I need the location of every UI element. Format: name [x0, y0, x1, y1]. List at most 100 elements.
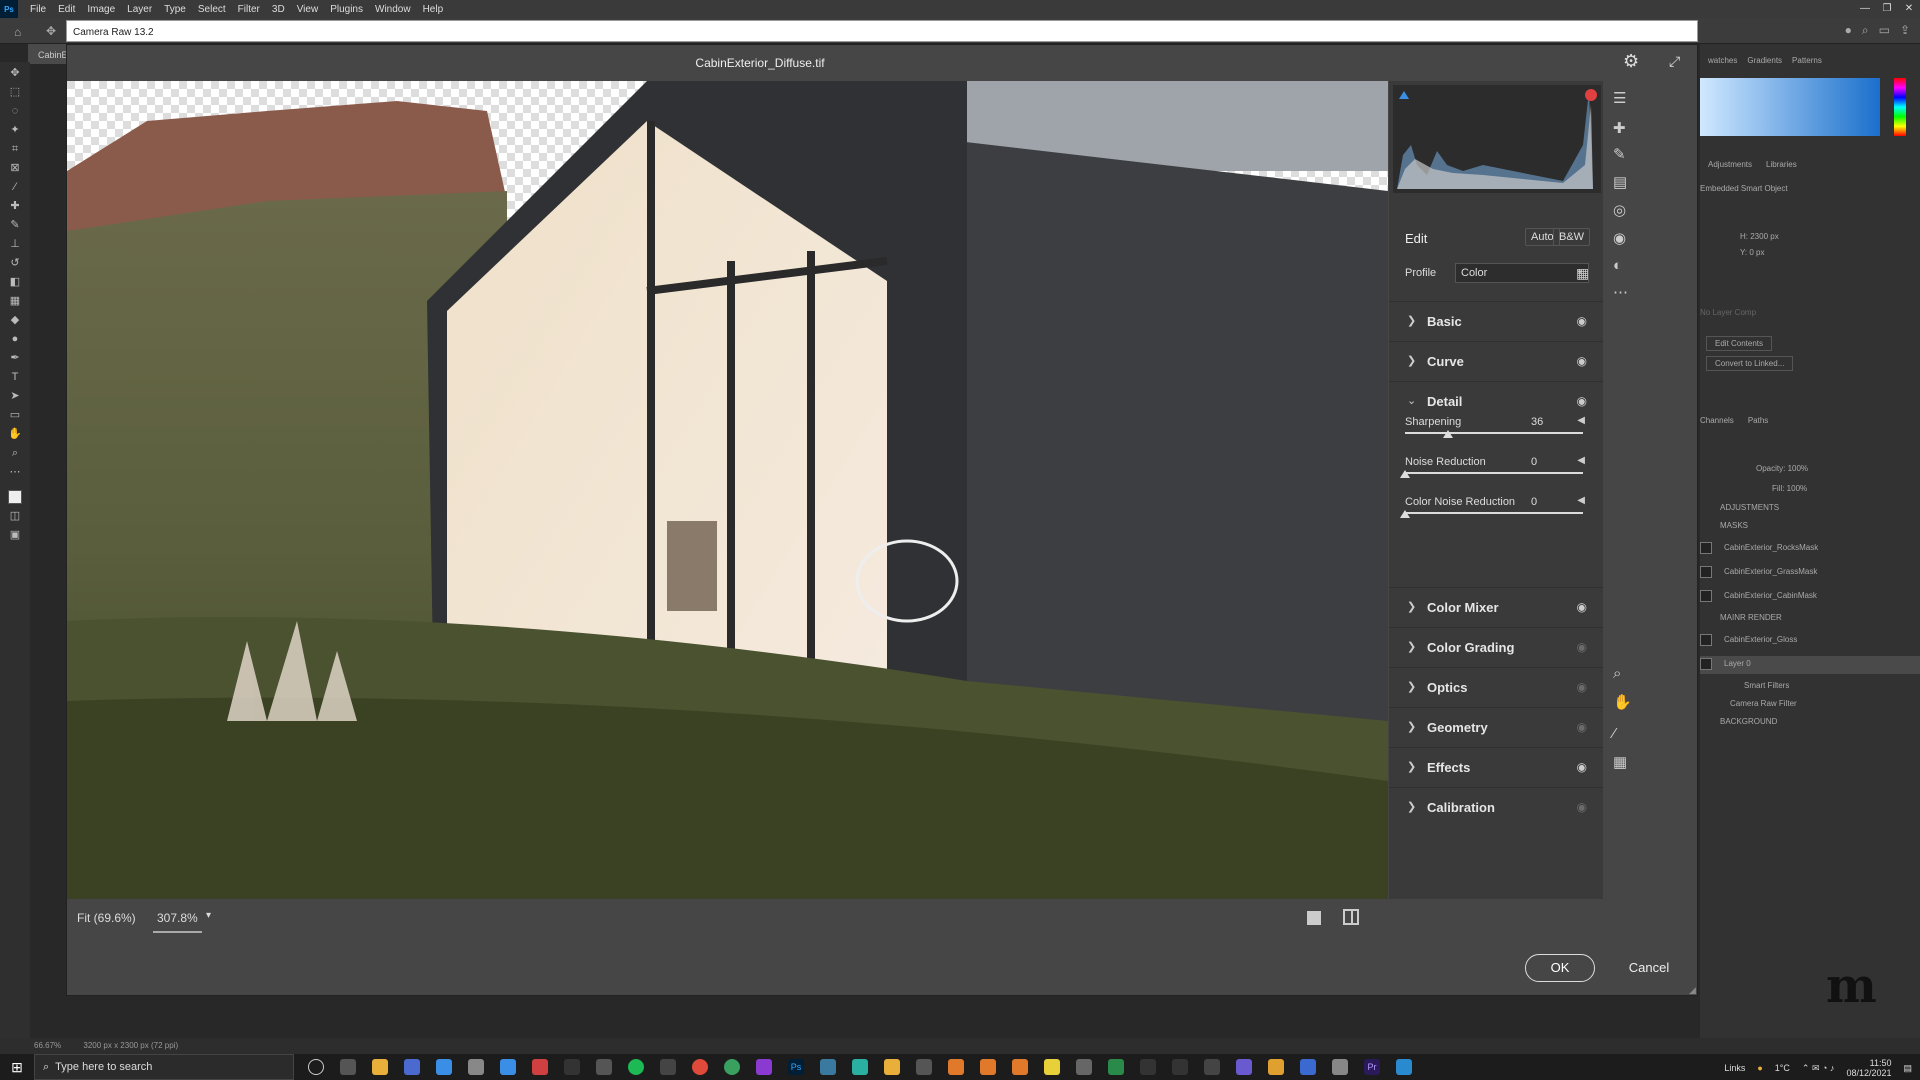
eye-icon[interactable]: ◉	[1577, 394, 1587, 408]
color-picker-field[interactable]	[1700, 78, 1880, 136]
crop-tool-icon[interactable]: ⌗	[7, 142, 23, 156]
app-icon[interactable]	[1396, 1059, 1412, 1075]
app-icon[interactable]	[1268, 1059, 1284, 1075]
eye-icon[interactable]: ◉	[1577, 680, 1587, 694]
eyedropper-icon[interactable]: ⁄	[7, 180, 23, 194]
menu-view[interactable]: View	[291, 4, 325, 15]
layer-row[interactable]: CabinExterior_GrassMask	[1700, 564, 1920, 582]
app-icon[interactable]	[916, 1059, 932, 1075]
menu-layer[interactable]: Layer	[121, 4, 158, 15]
slider-track[interactable]	[1405, 472, 1583, 474]
search-icon[interactable]: ⌕	[1862, 23, 1869, 38]
hand-icon[interactable]: ✋	[1613, 693, 1632, 711]
zoom-level-select[interactable]: 307.8%	[153, 911, 202, 933]
app-icon[interactable]	[756, 1059, 772, 1075]
eye-icon[interactable]: ◉	[1577, 640, 1587, 654]
presets-icon[interactable]: ◐	[1613, 257, 1622, 274]
notifications-icon[interactable]: ▤	[1903, 1063, 1912, 1074]
app-icon[interactable]	[820, 1059, 836, 1075]
layer-row[interactable]: CabinExterior_CabinMask	[1700, 588, 1920, 606]
app-icon[interactable]	[468, 1059, 484, 1075]
zoom-icon[interactable]: ⌕	[1613, 665, 1621, 682]
calculator-icon[interactable]	[500, 1059, 516, 1075]
lasso-tool-icon[interactable]: ◌	[7, 104, 23, 118]
slider-track[interactable]	[1405, 432, 1583, 434]
tray-icons[interactable]: ⌃ ✉ ◔ ♪	[1802, 1063, 1835, 1074]
eraser-icon[interactable]: ◧	[7, 275, 23, 289]
section-effects[interactable]: ❯ Effects ◉	[1389, 747, 1603, 787]
cortana-icon[interactable]	[308, 1059, 324, 1075]
blender-icon[interactable]	[1012, 1059, 1028, 1075]
healing-icon[interactable]: ✚	[1613, 119, 1626, 137]
share-icon[interactable]: ⇪	[1900, 23, 1910, 38]
profile-select[interactable]: Color ▾	[1455, 263, 1589, 283]
healing-brush-icon[interactable]: ✚	[7, 199, 23, 213]
slider-value-input[interactable]: 36	[1531, 416, 1571, 428]
menu-image[interactable]: Image	[81, 4, 121, 15]
menu-type[interactable]: Type	[158, 4, 192, 15]
chrome-icon[interactable]	[724, 1059, 740, 1075]
before-after-view-icon[interactable]	[1343, 909, 1359, 925]
unreal-icon[interactable]	[1140, 1059, 1156, 1075]
more-icon[interactable]: ⋯	[1613, 283, 1628, 301]
section-calibration[interactable]: ❯ Calibration ◉	[1389, 787, 1603, 827]
edit-sliders-icon[interactable]: ☰	[1613, 89, 1626, 107]
grid-overlay-icon[interactable]: ▦	[1613, 753, 1627, 771]
resize-handle-icon[interactable]: ◢	[1689, 985, 1696, 996]
layer-group[interactable]: MASKS	[1700, 518, 1920, 536]
blender-icon[interactable]	[948, 1059, 964, 1075]
task-view-icon[interactable]	[340, 1059, 356, 1075]
profile-browser-icon[interactable]: ▦	[1576, 265, 1589, 282]
convert-linked-button[interactable]: Convert to Linked...	[1706, 356, 1794, 371]
user-icon[interactable]: ●	[1845, 23, 1852, 38]
app-icon[interactable]	[564, 1059, 580, 1075]
temperature[interactable]: 1°C	[1775, 1063, 1790, 1073]
menu-help[interactable]: Help	[417, 4, 450, 15]
app-icon[interactable]	[1044, 1059, 1060, 1075]
tab-patterns[interactable]: Patterns	[1792, 56, 1822, 65]
home-icon[interactable]: ⌂	[14, 25, 21, 39]
tab-paths[interactable]: Paths	[1748, 416, 1768, 425]
move-tool-icon[interactable]: ✥	[46, 24, 56, 38]
spotify-icon[interactable]	[628, 1059, 644, 1075]
menu-file[interactable]: File	[24, 4, 52, 15]
camera-raw-filter-row[interactable]: Camera Raw Filter	[1700, 696, 1920, 714]
settings-gear-icon[interactable]: ⚙	[1623, 51, 1639, 72]
fullscreen-icon[interactable]: ⤢	[1669, 53, 1680, 70]
chevron-down-icon[interactable]: ⌄	[1407, 394, 1416, 407]
tab-gradients[interactable]: Gradients	[1747, 56, 1782, 65]
more-tools-icon[interactable]: ⋯	[7, 465, 23, 479]
smart-filters-row[interactable]: Smart Filters	[1700, 678, 1920, 696]
eye-icon[interactable]: ◉	[1577, 600, 1587, 614]
workspace-icon[interactable]: ▭	[1879, 23, 1890, 38]
screen-mode-icon[interactable]: ▣	[7, 528, 23, 542]
slider-value-input[interactable]: 0	[1531, 456, 1571, 468]
photoshop-logo-icon[interactable]: Ps	[0, 0, 18, 18]
tab-channels[interactable]: Channels	[1700, 416, 1734, 425]
image-preview[interactable]	[67, 81, 1388, 899]
layer-row[interactable]: CabinExterior_RocksMask	[1700, 540, 1920, 558]
brush-tool-icon[interactable]: ✎	[7, 218, 23, 232]
app-icon[interactable]	[1076, 1059, 1092, 1075]
eye-icon[interactable]: ◉	[1577, 760, 1587, 774]
app-icon[interactable]	[1204, 1059, 1220, 1075]
marquee-tool-icon[interactable]: ⬚	[7, 85, 23, 99]
app-icon[interactable]	[884, 1059, 900, 1075]
menu-window[interactable]: Window	[369, 4, 417, 15]
shape-tool-icon[interactable]: ▭	[7, 408, 23, 422]
section-label[interactable]: Detail	[1427, 394, 1462, 409]
tab-swatches[interactable]: watches	[1708, 56, 1737, 65]
close-icon[interactable]: ✕	[1898, 0, 1920, 18]
color-sampler-icon[interactable]: ⁄	[1613, 725, 1616, 742]
app-icon[interactable]	[436, 1059, 452, 1075]
fit-zoom-button[interactable]: Fit (69.6%)	[77, 911, 136, 925]
y-field[interactable]: Y: 0 px	[1740, 248, 1764, 257]
pen-tool-icon[interactable]: ✒	[7, 351, 23, 365]
menu-select[interactable]: Select	[192, 4, 232, 15]
file-explorer-icon[interactable]	[372, 1059, 388, 1075]
type-tool-icon[interactable]: T	[7, 370, 23, 384]
menu-plugins[interactable]: Plugins	[324, 4, 369, 15]
height-field[interactable]: H: 2300 px	[1740, 232, 1779, 241]
document-tab[interactable]: CabinE	[28, 44, 68, 64]
unreal-icon[interactable]	[1172, 1059, 1188, 1075]
